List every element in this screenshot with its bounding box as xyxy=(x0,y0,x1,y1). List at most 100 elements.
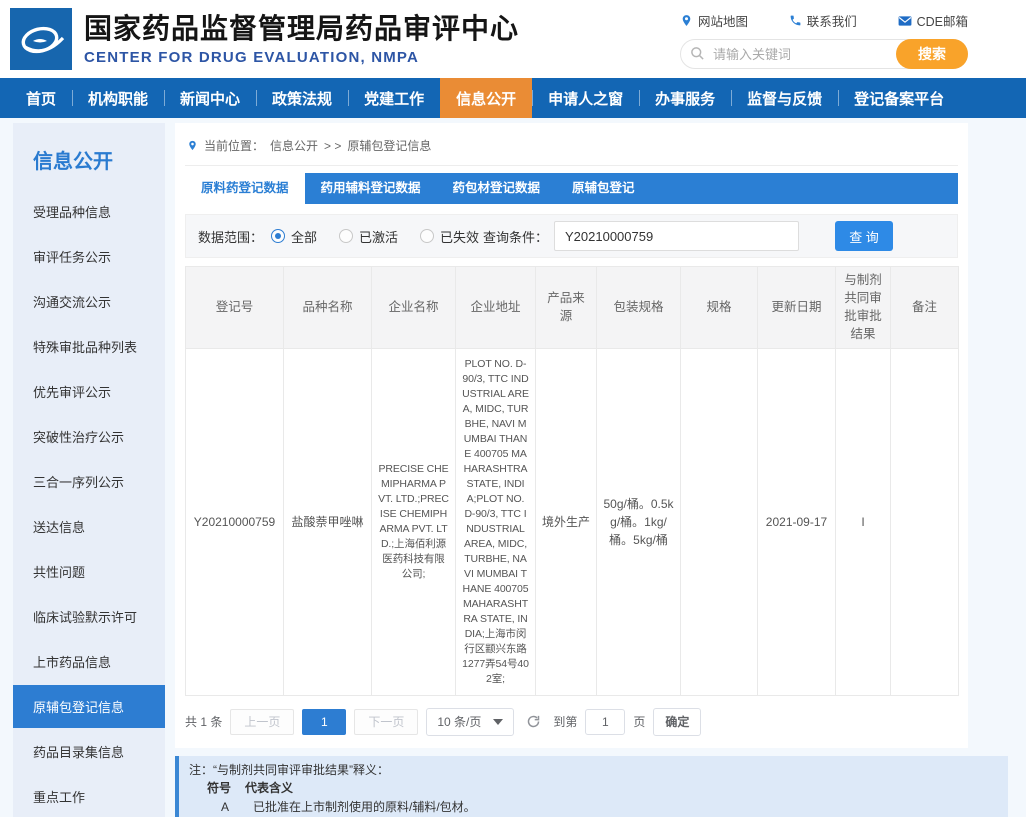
page-size-select[interactable]: 10 条/页 xyxy=(426,708,514,736)
sidebar-item-clinical-trial-license[interactable]: 临床试验默示许可 xyxy=(13,595,165,638)
col-company-name: 企业名称 xyxy=(372,267,456,349)
col-product-name: 品种名称 xyxy=(284,267,372,349)
col-company-address: 企业地址 xyxy=(456,267,536,349)
col-package-spec: 包装规格 xyxy=(597,267,681,349)
table-row: Y20210000759 盐酸萘甲唑啉 PRECISE CHEMIPHARMA … xyxy=(186,348,959,695)
query-button[interactable]: 查 询 xyxy=(835,221,893,251)
col-co-review-result: 与制剂共同审批审批结果 xyxy=(836,267,891,349)
breadcrumb-section-link[interactable]: 信息公开 xyxy=(270,137,318,154)
nav-item-applicant[interactable]: 申请人之窗 xyxy=(532,78,639,118)
scope-label: 数据范围： xyxy=(198,227,263,246)
tab-raw-excipient-packaging[interactable]: 原辅包登记 xyxy=(556,173,651,204)
prev-page-button[interactable]: 上一页 xyxy=(230,709,294,735)
query-label: 查询条件： xyxy=(483,227,548,246)
tab-api-registration[interactable]: 原料药登记数据 xyxy=(185,173,305,204)
sidebar-item-raw-excipient-packaging[interactable]: 原辅包登记信息 xyxy=(13,685,165,728)
nav-item-registration-platform[interactable]: 登记备案平台 xyxy=(838,78,960,118)
main-nav: 首页 机构职能 新闻中心 政策法规 党建工作 信息公开 申请人之窗 办事服务 监… xyxy=(0,78,1026,118)
site-subtitle: CENTER FOR DRUG EVALUATION, NMPA xyxy=(84,49,519,66)
total-count: 共 1 条 xyxy=(185,713,222,730)
contact-link[interactable]: 联系我们 xyxy=(789,11,857,30)
sidebar-item-breakthrough-therapy[interactable]: 突破性治疗公示 xyxy=(13,415,165,458)
sidebar-item-priority-review[interactable]: 优先审评公示 xyxy=(13,370,165,413)
nav-item-info-disclosure[interactable]: 信息公开 xyxy=(440,78,532,118)
tab-excipient-registration[interactable]: 药用辅料登记数据 xyxy=(305,173,437,204)
cde-mail-link[interactable]: CDE邮箱 xyxy=(898,11,968,30)
col-spec: 规格 xyxy=(681,267,758,349)
header-right: 网站地图 联系我们 CDE邮箱 搜索 xyxy=(680,9,968,69)
sidebar-title: 信息公开 xyxy=(13,139,165,190)
sidebar-item-accepted-products[interactable]: 受理品种信息 xyxy=(13,190,165,233)
cell-product-name: 盐酸萘甲唑啉 xyxy=(284,348,372,695)
col-update-date: 更新日期 xyxy=(758,267,836,349)
col-remark: 备注 xyxy=(891,267,959,349)
note-item-a: A 已批准在上市制剂使用的原料/辅料/包材。 xyxy=(179,800,1008,815)
nav-item-news[interactable]: 新闻中心 xyxy=(164,78,256,118)
site-title: 国家药品监督管理局药品审评中心 xyxy=(84,12,519,46)
radio-all[interactable]: 全部 xyxy=(271,227,317,246)
breadcrumb: 当前位置： 信息公开 > > 原辅包登记信息 xyxy=(185,123,958,166)
nav-item-policy[interactable]: 政策法规 xyxy=(256,78,348,118)
query-input[interactable] xyxy=(554,221,799,251)
phone-icon xyxy=(789,14,802,27)
sidebar-item-communication[interactable]: 沟通交流公示 xyxy=(13,280,165,323)
table-header-row: 登记号 品种名称 企业名称 企业地址 产品来源 包装规格 规格 更新日期 与制剂… xyxy=(186,267,959,349)
cell-update-date: 2021-09-17 xyxy=(758,348,836,695)
chevron-down-icon xyxy=(493,719,503,725)
radio-selected-icon xyxy=(271,229,285,243)
radio-activated[interactable]: 已激活 xyxy=(339,227,398,246)
quick-links: 网站地图 联系我们 CDE邮箱 xyxy=(680,11,968,30)
cell-company-address: PLOT NO. D-90/3, TTC INDUSTRIAL AREA, MI… xyxy=(456,348,536,695)
cell-remark xyxy=(891,348,959,695)
search-button[interactable]: 搜索 xyxy=(896,39,968,69)
main-content: 当前位置： 信息公开 > > 原辅包登记信息 原料药登记数据 药用辅料登记数据 … xyxy=(175,123,1014,817)
breadcrumb-separator: > > xyxy=(324,139,341,153)
radio-expired[interactable]: 已失效 xyxy=(420,227,479,246)
registration-table: 登记号 品种名称 企业名称 企业地址 产品来源 包装规格 规格 更新日期 与制剂… xyxy=(185,266,959,696)
location-pin-icon xyxy=(680,14,693,27)
goto-page-input[interactable] xyxy=(585,709,625,735)
sidebar-item-delivery-info[interactable]: 送达信息 xyxy=(13,505,165,548)
sidebar-item-drug-catalog[interactable]: 药品目录集信息 xyxy=(13,730,165,773)
sidebar-item-key-work[interactable]: 重点工作 xyxy=(13,775,165,817)
cell-company-name: PRECISE CHEMIPHARMA PVT. LTD.;PRECISE CH… xyxy=(372,348,456,695)
nav-item-services[interactable]: 办事服务 xyxy=(639,78,731,118)
breadcrumb-prefix: 当前位置： xyxy=(204,137,264,154)
goto-label: 到第 xyxy=(553,713,577,730)
mail-icon xyxy=(898,15,912,27)
radio-unselected-icon xyxy=(420,229,434,243)
col-registration-no: 登记号 xyxy=(186,267,284,349)
sitemap-link[interactable]: 网站地图 xyxy=(680,11,748,30)
nav-item-supervision[interactable]: 监督与反馈 xyxy=(731,78,838,118)
cell-co-review-result: I xyxy=(836,348,891,695)
cde-logo-icon xyxy=(10,8,72,70)
confirm-button[interactable]: 确定 xyxy=(653,708,701,736)
pagination: 共 1 条 上一页 1 下一页 10 条/页 到第 页 确定 xyxy=(185,708,958,736)
nav-item-party[interactable]: 党建工作 xyxy=(348,78,440,118)
sidebar-item-marketed-drugs[interactable]: 上市药品信息 xyxy=(13,640,165,683)
filter-bar: 数据范围： 全部 已激活 已失效 查询条件： xyxy=(185,214,958,258)
nav-item-org[interactable]: 机构职能 xyxy=(72,78,164,118)
search-icon xyxy=(690,46,705,61)
sidebar-item-special-approval[interactable]: 特殊审批品种列表 xyxy=(13,325,165,368)
sidebar-item-review-tasks[interactable]: 审评任务公示 xyxy=(13,235,165,278)
page-unit-label: 页 xyxy=(633,713,645,730)
cell-package-spec: 50g/桶。0.5kg/桶。1kg/桶。5kg/桶 xyxy=(597,348,681,695)
cell-spec xyxy=(681,348,758,695)
tab-packaging-registration[interactable]: 药包材登记数据 xyxy=(437,173,557,204)
cell-product-source: 境外生产 xyxy=(536,348,597,695)
sidebar-item-three-in-one[interactable]: 三合一序列公示 xyxy=(13,460,165,503)
site-search: 搜索 xyxy=(680,39,968,69)
brand: 国家药品监督管理局药品审评中心 CENTER FOR DRUG EVALUATI… xyxy=(10,8,519,70)
refresh-icon[interactable] xyxy=(526,714,541,729)
breadcrumb-pin-icon xyxy=(187,139,198,152)
scope-radio-group: 全部 已激活 已失效 xyxy=(271,227,479,246)
note-title: 注：“与制剂共同审评审批结果”释义： xyxy=(179,763,1008,778)
nav-item-home[interactable]: 首页 xyxy=(10,78,72,118)
sidebar-item-common-issues[interactable]: 共性问题 xyxy=(13,550,165,593)
query-group: 查询条件： 查 询 xyxy=(483,221,945,251)
sidebar: 信息公开 受理品种信息 审评任务公示 沟通交流公示 特殊审批品种列表 优先审评公… xyxy=(13,123,165,817)
page-1-button[interactable]: 1 xyxy=(302,709,346,735)
data-tabs: 原料药登记数据 药用辅料登记数据 药包材登记数据 原辅包登记 xyxy=(185,173,958,204)
next-page-button[interactable]: 下一页 xyxy=(354,709,418,735)
